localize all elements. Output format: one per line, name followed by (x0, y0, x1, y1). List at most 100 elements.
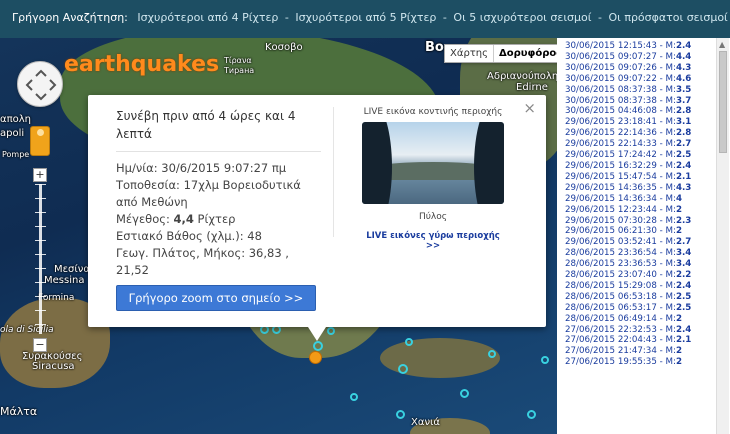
list-scrollbar[interactable]: ▲ (716, 38, 729, 434)
quake-list-item[interactable]: 29/06/2015 15:47:54 - M:2.1 (565, 172, 715, 183)
quake-list-item[interactable]: 27/06/2015 19:55:35 - M:2 (565, 357, 715, 368)
quake-marker[interactable] (396, 410, 405, 419)
live-camera-image[interactable] (362, 122, 504, 204)
quake-marker[interactable] (327, 327, 335, 335)
quake-list-item[interactable]: 29/06/2015 07:30:28 - M:2.3 (565, 216, 715, 227)
scroll-up-icon[interactable]: ▲ (719, 40, 725, 49)
quake-list-item[interactable]: 30/06/2015 08:37:38 - M:3.5 (565, 85, 715, 96)
popup-location: Τοποθεσία: 17χλμ Βορειοδυτικά από Μεθώνη (116, 178, 301, 209)
place-bo: Βο (425, 40, 444, 55)
live-images-link[interactable]: LIVE εικόνες γύρω περιοχής >> (358, 231, 508, 251)
quake-list-item[interactable]: 27/06/2015 22:04:43 - M:2.1 (565, 335, 715, 346)
camera-caption: Πύλος (418, 212, 448, 222)
quake-magnitude: 4 (675, 193, 682, 204)
close-icon[interactable]: × (523, 99, 536, 117)
popup-pointer (308, 327, 326, 341)
quake-list-item[interactable]: 28/06/2015 23:36:53 - M:3.4 (565, 259, 715, 270)
zoom-out-button[interactable]: − (33, 338, 47, 352)
scroll-thumb[interactable] (719, 51, 727, 153)
quake-magnitude: 4.3 (675, 62, 692, 73)
quake-magnitude: 2.1 (675, 171, 692, 182)
quake-marker[interactable] (350, 393, 358, 401)
quake-magnitude: 2.7 (675, 237, 692, 248)
quake-list-item[interactable]: 30/06/2015 09:07:26 - M:4.3 (565, 63, 715, 74)
quake-list-item[interactable]: 29/06/2015 22:14:36 - M:2.8 (565, 128, 715, 139)
quake-magnitude: 2.4 (675, 160, 692, 171)
quake-marker[interactable] (313, 341, 323, 351)
quake-list-item[interactable]: 29/06/2015 22:14:33 - M:2.7 (565, 139, 715, 150)
zoom-in-button[interactable]: + (33, 168, 47, 182)
quake-list-item[interactable]: 28/06/2015 15:29:08 - M:2.4 (565, 281, 715, 292)
quake-list-item[interactable]: 28/06/2015 23:36:54 - M:3.4 (565, 248, 715, 259)
quake-list-item[interactable]: 29/06/2015 06:21:30 - M:2 (565, 226, 715, 237)
quake-list-item[interactable]: 27/06/2015 21:47:34 - M:2 (565, 346, 715, 357)
live-image-title: LIVE εικόνα κοντινής περιοχής (363, 107, 503, 117)
quake-timestamp: 30/06/2015 04:46:08 - M: (565, 106, 676, 117)
quake-timestamp: 30/06/2015 09:07:27 - M: (565, 51, 676, 62)
quake-list-item[interactable]: 29/06/2015 16:32:29 - M:2.4 (565, 161, 715, 172)
quake-list-item[interactable]: 30/06/2015 08:37:38 - M:3.7 (565, 96, 715, 107)
quake-timestamp: 29/06/2015 14:36:35 - M: (565, 182, 676, 193)
quake-list-item[interactable]: 30/06/2015 09:07:22 - M:4.6 (565, 74, 715, 85)
place-siracusa: Siracusa (32, 361, 75, 372)
map-type-map-button[interactable]: Χάρτης (445, 45, 493, 62)
quake-timestamp: 28/06/2015 23:36:54 - M: (565, 248, 676, 259)
quake-magnitude: 3.4 (675, 248, 692, 259)
link-stronger-than-5[interactable]: Ισχυρότεροι από 5 Ρίχτερ (295, 11, 436, 24)
quake-timestamp: 30/06/2015 09:07:26 - M: (565, 62, 676, 73)
quake-magnitude: 2.5 (675, 150, 692, 161)
quake-list-item[interactable]: 30/06/2015 09:07:27 - M:4.4 (565, 52, 715, 63)
quake-timestamp: 28/06/2015 06:49:14 - M: (565, 313, 676, 324)
quake-list-item[interactable]: 29/06/2015 12:23:44 - M:2 (565, 205, 715, 216)
quake-timestamp: 30/06/2015 08:37:38 - M: (565, 95, 676, 106)
quick-zoom-button[interactable]: Γρήγορο zoom στο σημείο >> (116, 285, 316, 311)
quake-list-item[interactable]: 28/06/2015 06:53:18 - M:2.5 (565, 292, 715, 303)
place-adrianoupoli: Αδριανούπολη (487, 71, 557, 82)
quake-list-item[interactable]: 29/06/2015 17:24:42 - M:2.5 (565, 150, 715, 161)
quake-marker[interactable] (398, 364, 408, 374)
quake-timestamp: 28/06/2015 06:53:17 - M: (565, 302, 676, 313)
popup-divider (333, 107, 334, 237)
quake-timestamp: 28/06/2015 23:36:53 - M: (565, 259, 676, 270)
link-recent[interactable]: Οι πρόσφατοι σεισμοί (608, 11, 727, 24)
link-top-5[interactable]: Οι 5 ισχυρότεροι σεισμοί (453, 11, 591, 24)
place-pompei: Pompe (2, 150, 30, 159)
quake-marker[interactable] (541, 356, 549, 364)
quake-marker[interactable] (488, 350, 496, 358)
separator: - (597, 11, 602, 24)
quake-timestamp: 29/06/2015 07:30:28 - M: (565, 215, 676, 226)
street-view-pegman-icon[interactable] (30, 126, 50, 156)
quake-timestamp: 29/06/2015 22:14:33 - M: (565, 139, 676, 150)
quake-timestamp: 29/06/2015 06:21:30 - M: (565, 226, 676, 237)
quake-marker[interactable] (405, 338, 413, 346)
quake-list: 30/06/2015 12:15:43 - M:2.4 30/06/2015 09… (565, 41, 715, 368)
quake-magnitude: 2.4 (675, 324, 692, 335)
quake-list-item[interactable]: 27/06/2015 22:32:53 - M:2.4 (565, 325, 715, 336)
quake-list-item[interactable]: 29/06/2015 23:18:41 - M:3.1 (565, 117, 715, 128)
quake-magnitude: 2.7 (675, 139, 692, 150)
place-napoli-gr: απολη (0, 114, 31, 125)
quick-search-title: Γρήγορη Αναζήτηση: (12, 11, 128, 24)
quake-list-item[interactable]: 28/06/2015 23:07:40 - M:2.2 (565, 270, 715, 281)
quake-list-item[interactable]: 28/06/2015 06:49:14 - M:2 (565, 314, 715, 325)
quake-list-item[interactable]: 29/06/2015 03:52:41 - M:2.7 (565, 237, 715, 248)
quake-list-item[interactable]: 30/06/2015 04:46:08 - M:2.8 (565, 106, 715, 117)
quake-timestamp: 30/06/2015 12:15:43 - M: (565, 41, 676, 51)
selected-quake-marker[interactable] (309, 351, 322, 364)
quake-timestamp: 27/06/2015 22:32:53 - M: (565, 324, 676, 335)
quake-marker[interactable] (527, 410, 536, 419)
map-type-satellite-button[interactable]: Δορυφόρος (493, 45, 557, 62)
quake-magnitude: 2.5 (675, 302, 692, 313)
link-stronger-than-4[interactable]: Ισχυρότεροι από 4 Ρίχτερ (137, 11, 278, 24)
quake-list-item[interactable]: 29/06/2015 14:36:34 - M:4 (565, 194, 715, 205)
place-edirne: Edirne (516, 82, 548, 93)
quake-timestamp: 29/06/2015 22:14:36 - M: (565, 128, 676, 139)
quake-list-item[interactable]: 28/06/2015 06:53:17 - M:2.5 (565, 303, 715, 314)
quake-list-item[interactable]: 30/06/2015 12:15:43 - M:2.4 (565, 41, 715, 52)
pan-control[interactable] (17, 61, 63, 107)
quake-marker[interactable] (460, 389, 469, 398)
quake-list-item[interactable]: 29/06/2015 14:36:35 - M:4.3 (565, 183, 715, 194)
place-napoli: apoli (0, 128, 25, 139)
place-chania: Χανιά (411, 417, 441, 428)
place-tirana-cyr: Тирана (224, 66, 255, 75)
